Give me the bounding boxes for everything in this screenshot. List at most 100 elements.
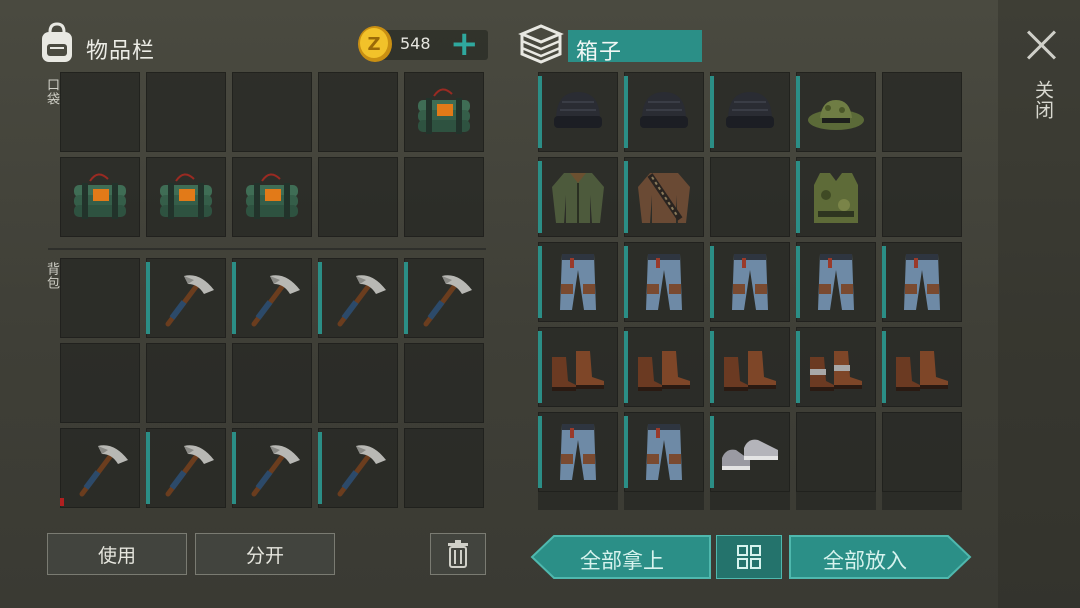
empty-slot[interactable] xyxy=(318,72,398,152)
boots-icon xyxy=(890,335,954,399)
backpack-icon xyxy=(38,22,76,64)
box-icon xyxy=(518,24,564,64)
beanie-slot[interactable] xyxy=(624,72,704,152)
pickaxe-slot[interactable] xyxy=(232,258,312,338)
empty-slot[interactable] xyxy=(882,72,962,152)
jeans-slot[interactable] xyxy=(624,412,704,492)
pickaxe-icon xyxy=(240,436,304,500)
empty-slot[interactable] xyxy=(404,343,484,423)
sneakers-icon xyxy=(718,420,782,484)
boots-slot[interactable] xyxy=(538,327,618,407)
bomber-jacket-slot[interactable] xyxy=(538,157,618,237)
empty-slot[interactable] xyxy=(146,72,226,152)
beanie-slot[interactable] xyxy=(538,72,618,152)
gold-coin-icon: Z xyxy=(356,25,394,63)
sort-button[interactable] xyxy=(716,535,782,579)
pickaxe-slot[interactable] xyxy=(146,258,226,338)
boonie-hat-slot[interactable] xyxy=(796,72,876,152)
currency-value: 548 xyxy=(400,34,431,53)
boots-icon xyxy=(632,335,696,399)
empty-slot[interactable] xyxy=(882,157,962,237)
jeans-slot[interactable] xyxy=(624,242,704,322)
boots-slot[interactable] xyxy=(710,327,790,407)
beanie-icon xyxy=(546,80,610,144)
take-all-label: 全部拿上 xyxy=(580,549,664,573)
pickaxe-icon xyxy=(326,266,390,330)
empty-slot[interactable] xyxy=(796,412,876,492)
jeans-icon xyxy=(804,250,868,314)
pickaxe-slot[interactable] xyxy=(318,428,398,508)
boots-slot[interactable] xyxy=(882,327,962,407)
empty-slot[interactable] xyxy=(60,343,140,423)
explosive-icon xyxy=(240,165,304,229)
empty-slot[interactable] xyxy=(318,157,398,237)
boots-steel-icon xyxy=(804,335,868,399)
empty-slot[interactable] xyxy=(60,258,140,338)
box-title: 箱子 xyxy=(576,40,623,65)
empty-slot[interactable] xyxy=(404,157,484,237)
boots-slot[interactable] xyxy=(624,327,704,407)
pickaxe-icon xyxy=(412,266,476,330)
pickaxe-slot[interactable] xyxy=(146,428,226,508)
trash-button[interactable] xyxy=(430,533,486,575)
box-grid-overflow-row xyxy=(538,492,964,510)
close-icon[interactable] xyxy=(1024,28,1058,62)
add-currency-button[interactable]: + xyxy=(450,24,479,64)
beanie-icon xyxy=(632,80,696,144)
jeans-slot[interactable] xyxy=(538,412,618,492)
backpack-label: 背包 xyxy=(44,262,59,290)
pickaxe-icon xyxy=(68,436,132,500)
empty-slot[interactable] xyxy=(882,412,962,492)
jeans-icon xyxy=(890,250,954,314)
beanie-slot[interactable] xyxy=(710,72,790,152)
trash-icon xyxy=(448,540,468,568)
pickaxe-slot[interactable] xyxy=(232,428,312,508)
empty-slot[interactable] xyxy=(404,428,484,508)
pickaxe-slot[interactable] xyxy=(60,428,140,508)
explosive-slot[interactable] xyxy=(146,157,226,237)
grid-sort-icon xyxy=(737,545,761,569)
explosive-slot[interactable] xyxy=(404,72,484,152)
explosive-icon xyxy=(412,80,476,144)
pocket-label: 口袋 xyxy=(44,78,59,106)
beanie-icon xyxy=(718,80,782,144)
jeans-slot[interactable] xyxy=(538,242,618,322)
boonie-hat-icon xyxy=(804,80,868,144)
sneakers-slot[interactable] xyxy=(710,412,790,492)
boots-icon xyxy=(546,335,610,399)
svg-text:Z: Z xyxy=(367,34,380,55)
bomber-jacket-icon xyxy=(546,165,610,229)
jeans-icon xyxy=(546,420,610,484)
jeans-icon xyxy=(718,250,782,314)
section-divider xyxy=(48,248,486,250)
pickaxe-slot[interactable] xyxy=(404,258,484,338)
empty-slot[interactable] xyxy=(710,157,790,237)
jeans-slot[interactable] xyxy=(882,242,962,322)
pickaxe-icon xyxy=(154,266,218,330)
inventory-title: 物品栏 xyxy=(86,39,156,64)
explosive-slot[interactable] xyxy=(232,157,312,237)
bandolier-jacket-slot[interactable] xyxy=(624,157,704,237)
explosive-slot[interactable] xyxy=(60,157,140,237)
empty-slot[interactable] xyxy=(232,72,312,152)
pickaxe-slot[interactable] xyxy=(318,258,398,338)
boots-steel-slot[interactable] xyxy=(796,327,876,407)
jeans-icon xyxy=(632,250,696,314)
empty-slot[interactable] xyxy=(232,343,312,423)
empty-slot[interactable] xyxy=(60,72,140,152)
pickaxe-icon xyxy=(240,266,304,330)
close-label[interactable]: 关闭 xyxy=(1030,80,1057,120)
empty-slot[interactable] xyxy=(318,343,398,423)
pickaxe-icon xyxy=(326,436,390,500)
camo-vest-slot[interactable] xyxy=(796,157,876,237)
jeans-slot[interactable] xyxy=(796,242,876,322)
boots-icon xyxy=(718,335,782,399)
pickaxe-icon xyxy=(154,436,218,500)
split-button[interactable]: 分开 xyxy=(195,533,335,575)
camo-vest-icon xyxy=(804,165,868,229)
use-button[interactable]: 使用 xyxy=(47,533,187,575)
empty-slot[interactable] xyxy=(146,343,226,423)
explosive-icon xyxy=(68,165,132,229)
jeans-slot[interactable] xyxy=(710,242,790,322)
put-all-label: 全部放入 xyxy=(823,549,907,573)
